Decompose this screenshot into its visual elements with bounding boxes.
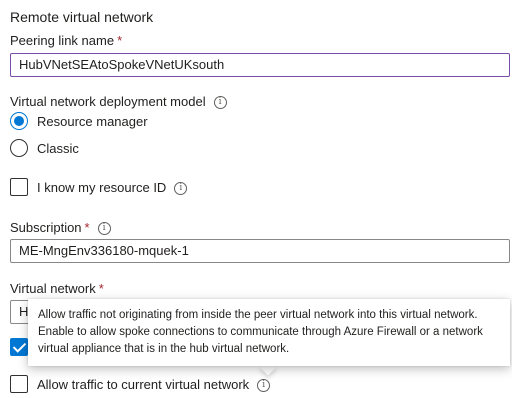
info-icon[interactable]: i bbox=[174, 182, 188, 196]
tooltip-text: Allow traffic not originating from insid… bbox=[38, 309, 483, 355]
info-icon[interactable]: i bbox=[257, 379, 271, 393]
info-icon[interactable]: i bbox=[97, 222, 111, 236]
peering-link-label-row: Peering link name * bbox=[10, 33, 122, 48]
info-icon[interactable]: i bbox=[213, 96, 227, 110]
peering-form: Remote virtual network Peering link name… bbox=[0, 0, 512, 398]
radio-resource-manager[interactable] bbox=[10, 112, 28, 130]
required-mark: * bbox=[98, 281, 104, 296]
virtual-network-label: Virtual network bbox=[10, 281, 96, 296]
required-mark: * bbox=[117, 33, 123, 48]
allow-traffic-checkbox[interactable] bbox=[10, 375, 28, 393]
resource-id-label-row: I know my resource ID i bbox=[37, 180, 188, 196]
radio-classic[interactable] bbox=[10, 139, 28, 157]
subscription-label-row: Subscription * i bbox=[10, 220, 111, 236]
allow-traffic-label[interactable]: Allow traffic to current virtual network bbox=[37, 377, 249, 392]
virtual-network-label-row: Virtual network * bbox=[10, 281, 104, 296]
allow-traffic-label-row: Allow traffic to current virtual network… bbox=[37, 377, 271, 393]
peering-link-name-input[interactable]: HubVNetSEAtoSpokeVNetUKsouth bbox=[10, 53, 510, 77]
deployment-model-label: Virtual network deployment model bbox=[10, 94, 206, 109]
deployment-model-label-row: Virtual network deployment model i bbox=[10, 94, 227, 110]
radio-resource-manager-label[interactable]: Resource manager bbox=[37, 114, 148, 129]
section-title: Remote virtual network bbox=[10, 9, 154, 25]
subscription-label: Subscription bbox=[10, 220, 82, 235]
peering-link-label: Peering link name bbox=[10, 33, 115, 48]
allow-access-checkbox[interactable] bbox=[10, 338, 28, 356]
resource-id-checkbox[interactable] bbox=[10, 178, 28, 196]
radio-classic-label[interactable]: Classic bbox=[37, 141, 79, 156]
required-mark: * bbox=[84, 220, 90, 235]
tooltip: Allow traffic not originating from insid… bbox=[28, 299, 510, 366]
subscription-select[interactable]: ME-MngEnv336180-mquek-1 bbox=[10, 239, 510, 263]
resource-id-label[interactable]: I know my resource ID bbox=[37, 180, 166, 195]
